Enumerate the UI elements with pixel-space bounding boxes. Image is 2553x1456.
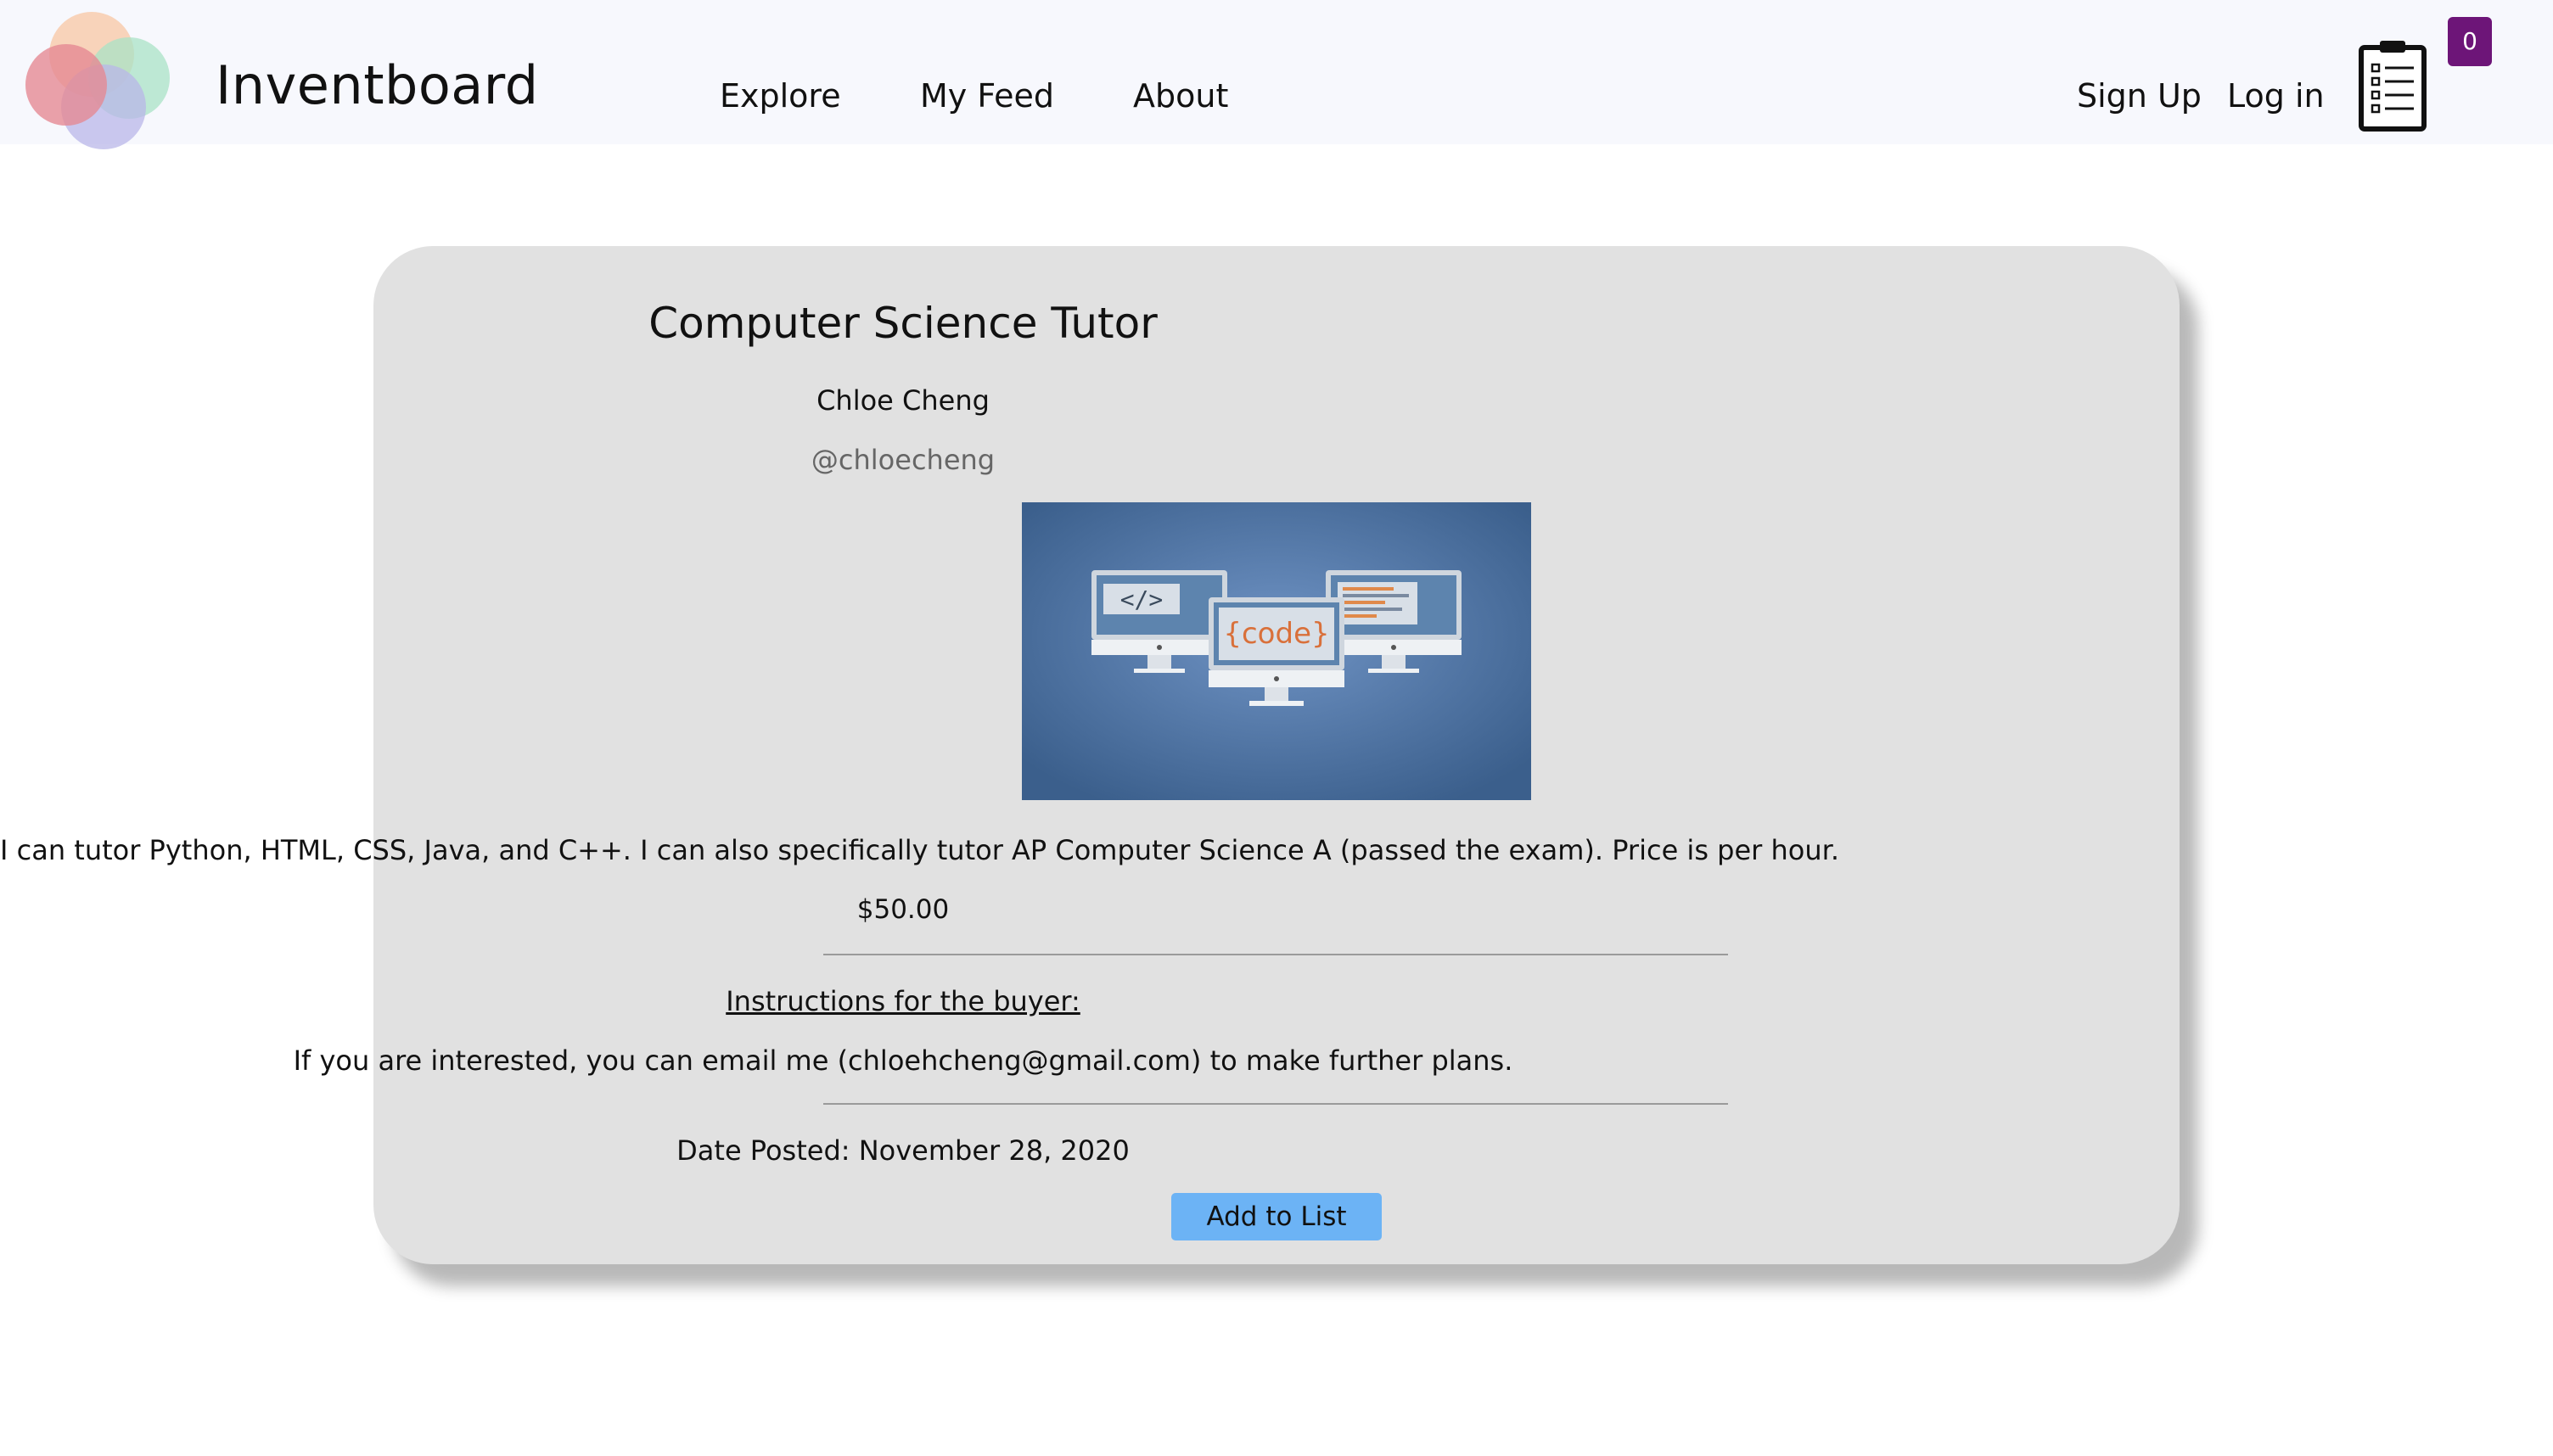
nav-log-in[interactable]: Log in <box>2227 80 2325 112</box>
cart-count-badge: 0 <box>2448 17 2492 66</box>
logo-icon[interactable] <box>20 5 182 151</box>
nav-my-feed[interactable]: My Feed <box>920 80 1054 112</box>
brand-name[interactable]: Inventboard <box>216 59 539 112</box>
listing-title: Computer Science Tutor <box>648 299 1158 348</box>
add-to-list-button[interactable]: Add to List <box>1171 1193 1382 1240</box>
divider <box>823 954 1728 955</box>
divider <box>823 1103 1728 1105</box>
instructions-text: If you are interested, you can email me … <box>293 1044 1513 1077</box>
listing-image: </> {code} <box>1022 502 1531 800</box>
seller-handle[interactable]: @chloecheng <box>0 446 1806 473</box>
listing-description: I can tutor Python, HTML, CSS, Java, and… <box>0 834 1840 866</box>
nav-explore[interactable]: Explore <box>720 80 841 112</box>
listing-price: $50.00 <box>856 894 950 925</box>
code-tag-text: </> <box>1120 585 1164 613</box>
code-text: {code} <box>1223 617 1329 651</box>
seller-name[interactable]: Chloe Cheng <box>0 387 1806 414</box>
date-posted: Date Posted: November 28, 2020 <box>676 1134 1130 1167</box>
navbar: Inventboard Explore My Feed About Sign U… <box>0 0 2553 149</box>
instructions-label: Instructions for the buyer: <box>726 985 1080 1017</box>
nav-about[interactable]: About <box>1133 80 1228 112</box>
nav-sign-up[interactable]: Sign Up <box>2077 80 2202 112</box>
clipboard-list-icon[interactable] <box>2358 39 2427 132</box>
